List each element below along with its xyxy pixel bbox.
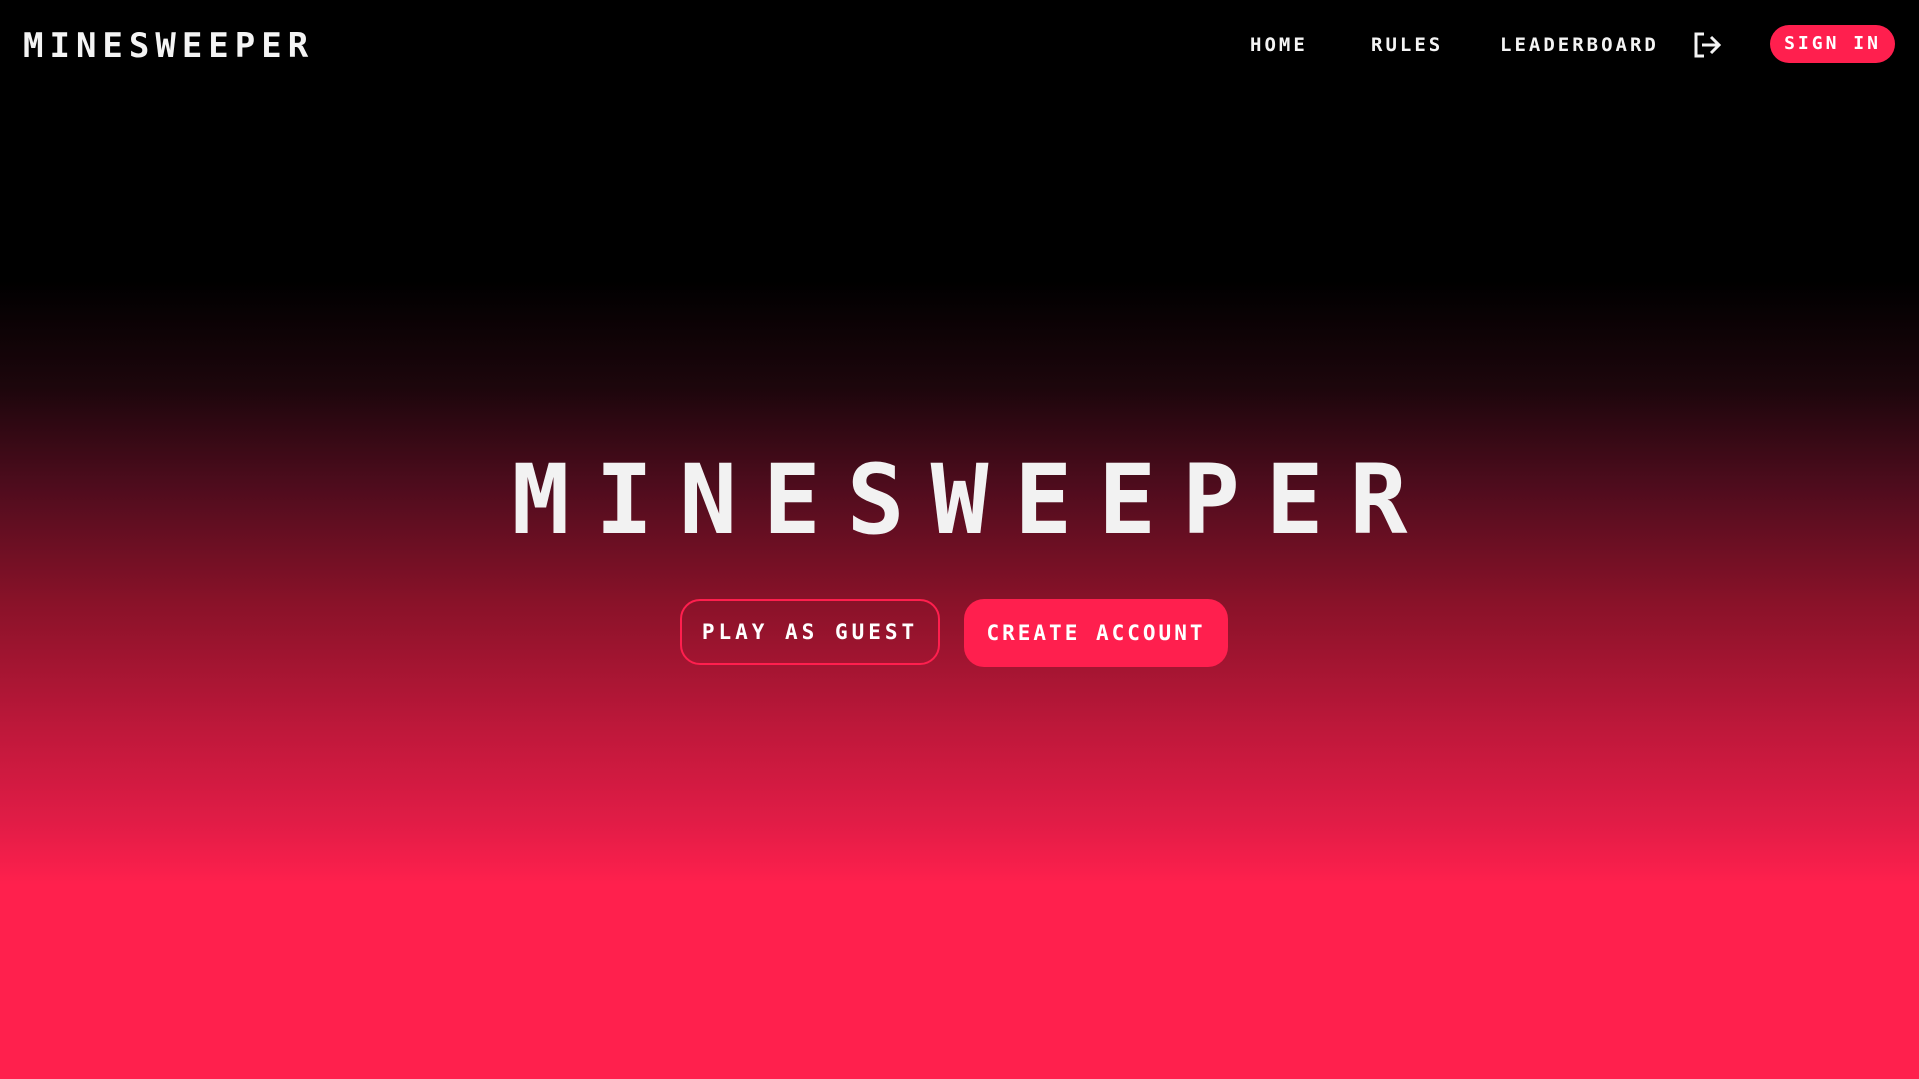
navbar: MINESWEEPER HOME RULES LEADERBOARD SIGN … (0, 0, 1919, 90)
logout-icon[interactable] (1693, 32, 1723, 58)
nav-link-home[interactable]: HOME (1250, 32, 1308, 58)
create-account-button[interactable]: CREATE ACCOUNT (964, 599, 1228, 667)
play-as-guest-button[interactable]: PLAY AS GUEST (680, 599, 940, 665)
sign-in-button[interactable]: SIGN IN (1770, 25, 1895, 63)
nav-link-leaderboard[interactable]: LEADERBOARD (1500, 32, 1659, 58)
hero-title: MINESWEEPER (511, 444, 1434, 556)
brand-logo[interactable]: MINESWEEPER (23, 26, 314, 66)
nav-link-rules[interactable]: RULES (1371, 32, 1443, 58)
